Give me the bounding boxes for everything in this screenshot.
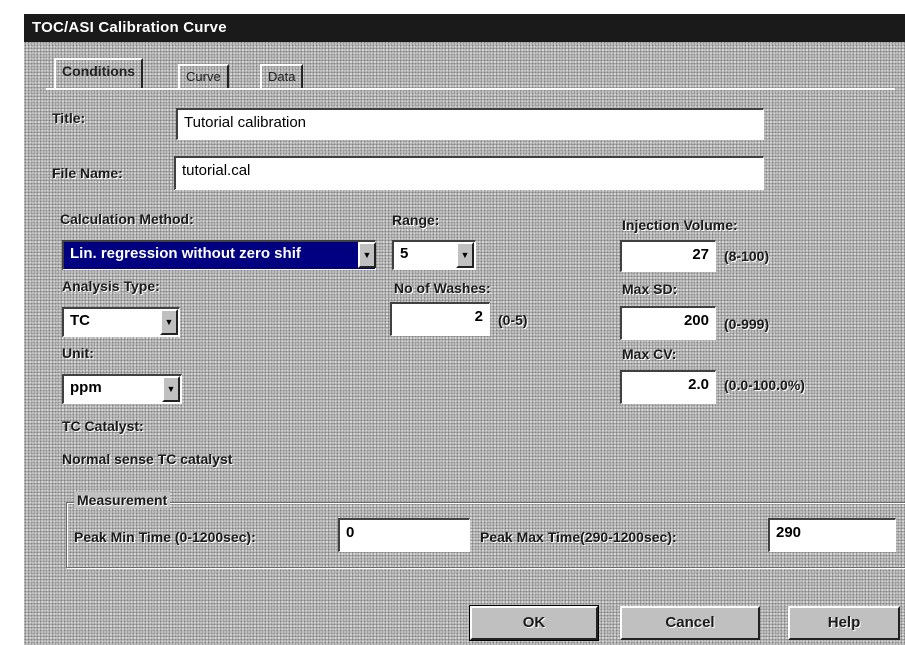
ok-button[interactable]: OK — [469, 605, 599, 641]
dialog-title-bar[interactable]: TOC/ASI Calibration Curve — [24, 14, 905, 42]
unit-dropdown-button[interactable]: ▼ — [162, 376, 180, 402]
screenshot-background: TOC/ASI Calibration Curve Conditions Cur… — [0, 0, 905, 645]
title-label: Title: — [52, 110, 86, 126]
max-sd-range: (0-999) — [724, 316, 770, 332]
max-sd-input[interactable]: 200 — [620, 306, 716, 340]
chevron-down-icon: ▼ — [460, 250, 470, 260]
peak-min-label: Peak Min Time (0-1200sec): — [74, 529, 256, 545]
calc-method-dropdown-button[interactable]: ▼ — [358, 242, 376, 268]
title-input[interactable]: Tutorial calibration — [176, 108, 764, 140]
help-button[interactable]: Help — [788, 606, 900, 640]
max-sd-label: Max SD: — [622, 281, 678, 297]
peak-max-label: Peak Max Time(290-1200sec): — [480, 529, 677, 545]
washes-label: No of Washes: — [394, 280, 491, 296]
cancel-button[interactable]: Cancel — [620, 606, 760, 640]
range-label: Range: — [392, 212, 440, 228]
washes-input[interactable]: 2 — [390, 302, 490, 336]
injection-volume-label: Injection Volume: — [622, 217, 738, 233]
washes-range: (0-5) — [498, 312, 528, 328]
injection-volume-input[interactable]: 27 — [620, 240, 716, 272]
calibration-dialog: TOC/ASI Calibration Curve Conditions Cur… — [22, 12, 905, 645]
max-cv-label: Max CV: — [622, 346, 677, 362]
analysis-type-dropdown-button[interactable]: ▼ — [160, 309, 178, 335]
peak-min-input[interactable]: 0 — [338, 518, 470, 552]
chevron-down-icon: ▼ — [362, 250, 372, 260]
tab-data[interactable]: Data — [260, 64, 304, 88]
calc-method-label: Calculation Method: — [60, 211, 194, 227]
analysis-type-label: Analysis Type: — [62, 278, 160, 294]
range-dropdown-button[interactable]: ▼ — [456, 242, 474, 268]
max-cv-range: (0.0-100.0%) — [724, 377, 805, 393]
filename-label: File Name: — [52, 165, 123, 181]
measurement-group-label: Measurement — [74, 492, 171, 508]
peak-max-input[interactable]: 290 — [768, 518, 896, 552]
tab-curve[interactable]: Curve — [178, 64, 229, 88]
tc-catalyst-value: Normal sense TC catalyst — [62, 451, 233, 467]
chevron-down-icon: ▼ — [164, 317, 174, 327]
max-cv-input[interactable]: 2.0 — [620, 370, 716, 404]
filename-input[interactable]: tutorial.cal — [174, 156, 764, 190]
tab-divider — [46, 88, 895, 90]
unit-label: Unit: — [62, 345, 94, 361]
tc-catalyst-label: TC Catalyst: — [62, 418, 144, 434]
tab-conditions[interactable]: Conditions — [54, 58, 144, 90]
calc-method-select[interactable]: Lin. regression without zero shif — [62, 240, 376, 270]
injection-volume-range: (8-100) — [724, 248, 770, 264]
chevron-down-icon: ▼ — [166, 384, 176, 394]
